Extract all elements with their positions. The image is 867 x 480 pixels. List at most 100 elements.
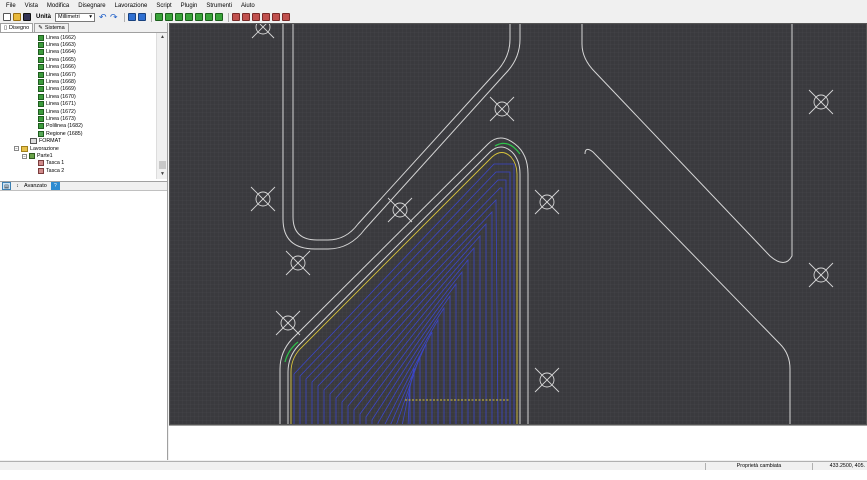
tree-item-label: Regione (1685): [46, 130, 83, 137]
line-icon: [38, 42, 44, 49]
output-panel: [169, 425, 867, 460]
line-icon: [38, 108, 44, 115]
machining-tool-6-icon[interactable]: [205, 13, 213, 21]
machining-tool-4-icon[interactable]: [185, 13, 193, 21]
tab-sistema[interactable]: ✎ Sistema: [34, 23, 69, 32]
scroll-thumb[interactable]: [159, 161, 166, 169]
machining-tool-3-icon[interactable]: [175, 13, 183, 21]
advanced-label[interactable]: Avanzato: [24, 183, 47, 189]
units-select[interactable]: Millimetri ▾: [55, 12, 95, 22]
tree-item-label: Polilinea (1682): [46, 123, 83, 130]
line-icon: [38, 116, 44, 123]
output-tool-2-icon[interactable]: [242, 13, 250, 21]
tree-item-lavorazione[interactable]: − Lavorazione: [14, 145, 59, 152]
tree-item-line[interactable]: Linea (1664): [38, 49, 76, 56]
tree-item-line[interactable]: Linea (1666): [38, 64, 76, 71]
tree-item-line[interactable]: Linea (1668): [38, 78, 76, 86]
tree-item-line[interactable]: Linea (1670): [38, 93, 76, 100]
tab-disegno[interactable]: ▯ Disegno: [0, 23, 34, 32]
layers-tool-icon[interactable]: [138, 13, 146, 21]
menu-lavorazione[interactable]: Lavorazione: [115, 3, 148, 9]
tree-item-parte[interactable]: − Parte1: [22, 152, 53, 160]
line-icon: [38, 56, 44, 63]
select-tool-icon[interactable]: [128, 13, 136, 21]
tree-item-line[interactable]: Linea (1667): [38, 71, 76, 78]
tree-item-line[interactable]: Linea (1669): [38, 86, 76, 93]
help-icon[interactable]: ?: [50, 182, 60, 190]
machining-tool-2-icon[interactable]: [165, 13, 173, 21]
undo-icon[interactable]: ↶: [99, 13, 108, 22]
alphabetical-sort-icon[interactable]: ↕: [13, 182, 22, 190]
part-icon: [29, 153, 35, 160]
tree-item-line[interactable]: Linea (1665): [38, 56, 76, 63]
menu-vista[interactable]: Vista: [25, 3, 38, 9]
tree-item-format[interactable]: FORMAT: [30, 138, 61, 145]
tree-item-line[interactable]: Linea (1663): [38, 41, 76, 49]
tree-item-label: Linea (1669): [46, 86, 76, 93]
status-bar: Proprietà cambiata 433.2500, 405.: [0, 461, 867, 471]
redo-icon[interactable]: ↷: [110, 13, 119, 22]
drawing-tree: Linea (1662) Linea (1663) Linea (1664) L…: [0, 33, 167, 179]
main-toolbar: Unità Millimetri ▾ ↶ ↷: [0, 11, 867, 23]
tree-item-label: Linea (1670): [46, 93, 76, 100]
menu-disegnare[interactable]: Disegnare: [78, 3, 105, 9]
tree-item-line[interactable]: Linea (1672): [38, 108, 76, 115]
tree-item-line[interactable]: Linea (1662): [38, 34, 76, 41]
tab-disegno-label: Disegno: [9, 25, 30, 31]
tree-item-label: Linea (1662): [46, 34, 76, 41]
tree-item-tasca[interactable]: Tasca 1: [38, 160, 64, 167]
menu-script[interactable]: Script: [156, 3, 171, 9]
tree-item-tasca[interactable]: Tasca 2: [38, 167, 64, 174]
line-icon: [38, 49, 44, 56]
region-icon: [38, 130, 44, 137]
categorized-view-icon[interactable]: ▤: [2, 182, 11, 190]
save-icon[interactable]: [23, 13, 31, 21]
folder-icon: [21, 145, 28, 152]
toolbar-separator: [151, 12, 152, 22]
tree-item-label: Linea (1665): [46, 56, 76, 63]
tree-item-label: Linea (1667): [46, 71, 76, 78]
machining-tool-5-icon[interactable]: [195, 13, 203, 21]
open-folder-icon[interactable]: [13, 13, 21, 21]
drawing-canvas[interactable]: [169, 23, 867, 425]
tree-item-label: Linea (1668): [46, 79, 76, 86]
tree-item-label: Tasca 1: [46, 160, 65, 167]
output-tool-4-icon[interactable]: [262, 13, 270, 21]
menu-strumenti[interactable]: Strumenti: [206, 3, 232, 9]
scroll-down-icon[interactable]: ▼: [157, 170, 168, 179]
line-icon: [38, 64, 44, 71]
cad-viewport: [170, 24, 866, 424]
output-tool-5-icon[interactable]: [272, 13, 280, 21]
menu-plugin[interactable]: Plugin: [181, 3, 198, 9]
tree-item-line[interactable]: Linea (1671): [38, 101, 76, 108]
toolbar-separator: [124, 12, 125, 22]
polyline-icon: [38, 123, 44, 130]
toolbar-separator: [228, 12, 229, 22]
output-tool-3-icon[interactable]: [252, 13, 260, 21]
tree-item-label: Parte1: [37, 153, 53, 160]
wrench-icon: ✎: [38, 25, 43, 31]
line-icon: [38, 101, 44, 108]
collapse-icon[interactable]: −: [22, 153, 27, 159]
tree-item-label: Linea (1671): [46, 101, 76, 108]
tree-scrollbar[interactable]: ▲ ▼: [156, 33, 167, 179]
output-tool-6-icon[interactable]: [282, 13, 290, 21]
output-tool-1-icon[interactable]: [232, 13, 240, 21]
menu-aiuto[interactable]: Aiuto: [241, 3, 255, 9]
properties-grid: [0, 191, 167, 460]
machining-tool-7-icon[interactable]: [215, 13, 223, 21]
tree-item-label: Linea (1666): [46, 64, 76, 71]
left-panel: ▯ Disegno ✎ Sistema Linea (1662) Linea (…: [0, 23, 168, 460]
scroll-up-icon[interactable]: ▲: [157, 33, 168, 42]
tree-item-line[interactable]: Linea (1673): [38, 115, 76, 123]
tree-item-polyline[interactable]: Polilinea (1682): [38, 123, 83, 130]
tree-item-region[interactable]: Regione (1685): [38, 130, 83, 137]
menu-bar: File Vista Modifica Disegnare Lavorazion…: [0, 0, 867, 11]
machining-tool-1-icon[interactable]: [155, 13, 163, 21]
collapse-icon[interactable]: −: [14, 146, 19, 152]
line-icon: [38, 34, 44, 41]
menu-modifica[interactable]: Modifica: [47, 3, 69, 9]
pocket-icon: [38, 167, 44, 174]
new-document-icon[interactable]: [3, 13, 11, 21]
menu-file[interactable]: File: [6, 3, 16, 9]
